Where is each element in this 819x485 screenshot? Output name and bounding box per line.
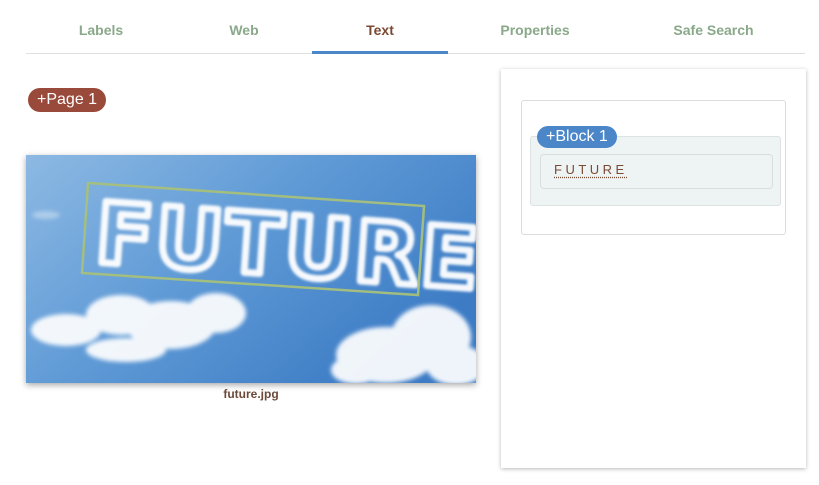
- block-chip[interactable]: +Block 1: [537, 126, 617, 148]
- sky-photo: FUTURE: [26, 155, 476, 383]
- analyzed-image: FUTURE: [26, 155, 476, 383]
- page-container: FUTURE: [521, 100, 786, 235]
- image-filename: future.jpg: [223, 387, 279, 401]
- tab-properties[interactable]: Properties: [448, 0, 622, 53]
- page-chip[interactable]: +Page 1: [28, 88, 107, 112]
- tab-labels[interactable]: Labels: [26, 0, 176, 53]
- tab-web[interactable]: Web: [176, 0, 312, 53]
- word-box[interactable]: FUTURE: [540, 154, 773, 189]
- word-text[interactable]: FUTURE: [554, 162, 628, 177]
- tab-bar: Labels Web Text Properties Safe Search: [26, 0, 805, 54]
- tab-safe-search[interactable]: Safe Search: [622, 0, 805, 53]
- tab-text[interactable]: Text: [312, 0, 448, 54]
